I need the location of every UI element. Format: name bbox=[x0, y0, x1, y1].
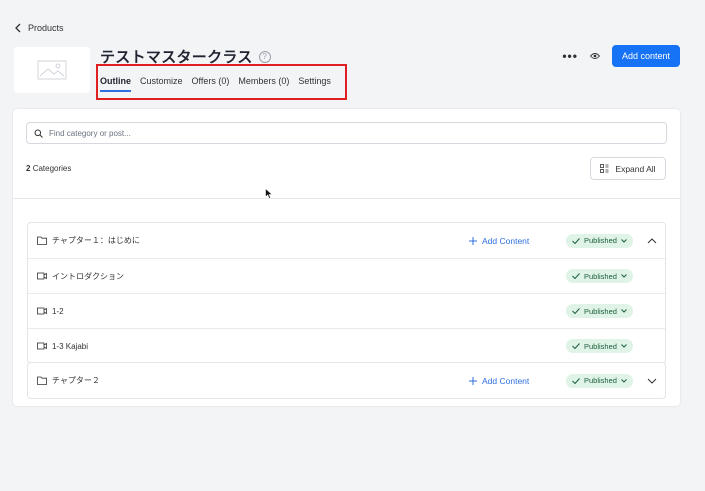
chevron-down-icon bbox=[621, 274, 627, 278]
outline-card: Find category or post... 2 Categories Ex… bbox=[13, 109, 680, 406]
status-badge[interactable]: Published bbox=[566, 269, 633, 283]
chevron-up-icon[interactable] bbox=[647, 237, 657, 244]
tab-customize[interactable]: Customize bbox=[140, 76, 183, 92]
category-title: チャプター２ bbox=[52, 376, 100, 385]
status-label: Published bbox=[584, 271, 617, 281]
chevron-down-icon[interactable] bbox=[647, 378, 657, 384]
more-options-icon[interactable]: ••• bbox=[562, 49, 578, 63]
categories-count-label: Categories bbox=[32, 164, 72, 173]
lesson-title: 1-3 Kajabi bbox=[52, 341, 89, 351]
check-icon bbox=[572, 273, 580, 279]
add-content-link[interactable]: Add Content bbox=[469, 236, 529, 246]
status-badge[interactable]: Published bbox=[566, 233, 633, 248]
lesson-row[interactable]: イントロダクション Published bbox=[28, 258, 665, 293]
status-label: Published bbox=[584, 306, 617, 316]
tab-members[interactable]: Members (0) bbox=[238, 76, 289, 92]
check-icon bbox=[572, 237, 580, 244]
tab-bar: Outline Customize Offers (0) Members (0)… bbox=[100, 76, 331, 92]
tab-outline[interactable]: Outline bbox=[100, 76, 131, 92]
video-icon bbox=[37, 342, 47, 351]
check-icon bbox=[572, 343, 580, 349]
search-input[interactable]: Find category or post... bbox=[26, 122, 667, 144]
help-icon[interactable]: ? bbox=[258, 50, 271, 63]
header-actions: ••• Add content bbox=[562, 45, 680, 67]
lesson-title: イントロダクション bbox=[52, 271, 124, 281]
folder-icon bbox=[37, 376, 47, 385]
image-placeholder-icon bbox=[37, 60, 67, 80]
plus-icon bbox=[469, 236, 477, 245]
status-badge[interactable]: Published bbox=[566, 304, 633, 318]
product-thumbnail[interactable] bbox=[14, 47, 90, 93]
chevron-down-icon bbox=[621, 344, 627, 348]
lesson-row[interactable]: 1-3 Kajabi Published bbox=[28, 328, 665, 363]
search-placeholder: Find category or post... bbox=[49, 128, 131, 138]
plus-icon bbox=[469, 376, 477, 385]
add-content-link[interactable]: Add Content bbox=[469, 376, 529, 386]
expand-all-label: Expand All bbox=[615, 163, 656, 174]
video-icon bbox=[37, 307, 47, 316]
add-content-button[interactable]: Add content bbox=[611, 45, 680, 67]
chevron-down-icon bbox=[621, 238, 627, 243]
mouse-cursor-icon bbox=[265, 188, 273, 199]
category-title: チャプター１：はじめに bbox=[52, 236, 140, 245]
check-icon bbox=[572, 308, 580, 314]
status-label: Published bbox=[584, 236, 617, 245]
category-chapter-2: チャプター２ Add Content Published bbox=[27, 362, 666, 399]
back-link-label: Products bbox=[28, 23, 64, 33]
preview-eye-icon[interactable] bbox=[589, 47, 601, 65]
chevron-left-icon bbox=[15, 23, 21, 33]
search-icon bbox=[34, 129, 43, 138]
folder-icon bbox=[37, 236, 47, 245]
chevron-down-icon bbox=[621, 378, 627, 383]
chevron-down-icon bbox=[621, 309, 627, 313]
add-content-label: Add Content bbox=[482, 375, 530, 386]
category-chapter-1: チャプター１：はじめに Add Content Published イントロダク… bbox=[27, 222, 666, 364]
tab-settings[interactable]: Settings bbox=[298, 76, 331, 92]
expand-grid-icon bbox=[600, 164, 609, 173]
check-icon bbox=[572, 377, 580, 384]
status-label: Published bbox=[584, 341, 617, 351]
video-icon bbox=[37, 272, 47, 281]
divider bbox=[13, 198, 680, 199]
status-badge[interactable]: Published bbox=[566, 373, 633, 388]
category-row[interactable]: チャプター２ Add Content Published bbox=[28, 363, 665, 398]
lesson-row[interactable]: 1-2 Published bbox=[28, 293, 665, 328]
categories-count-number: 2 bbox=[26, 164, 31, 173]
back-to-products-link[interactable]: Products bbox=[14, 23, 64, 33]
categories-count: 2 Categories bbox=[26, 164, 71, 173]
category-row[interactable]: チャプター１：はじめに Add Content Published bbox=[28, 223, 665, 258]
expand-all-button[interactable]: Expand All bbox=[590, 157, 666, 180]
lesson-title: 1-2 bbox=[52, 306, 64, 316]
status-label: Published bbox=[584, 376, 617, 385]
tab-offers[interactable]: Offers (0) bbox=[192, 76, 230, 92]
status-badge[interactable]: Published bbox=[566, 339, 633, 353]
add-content-label: Add Content bbox=[482, 235, 530, 246]
